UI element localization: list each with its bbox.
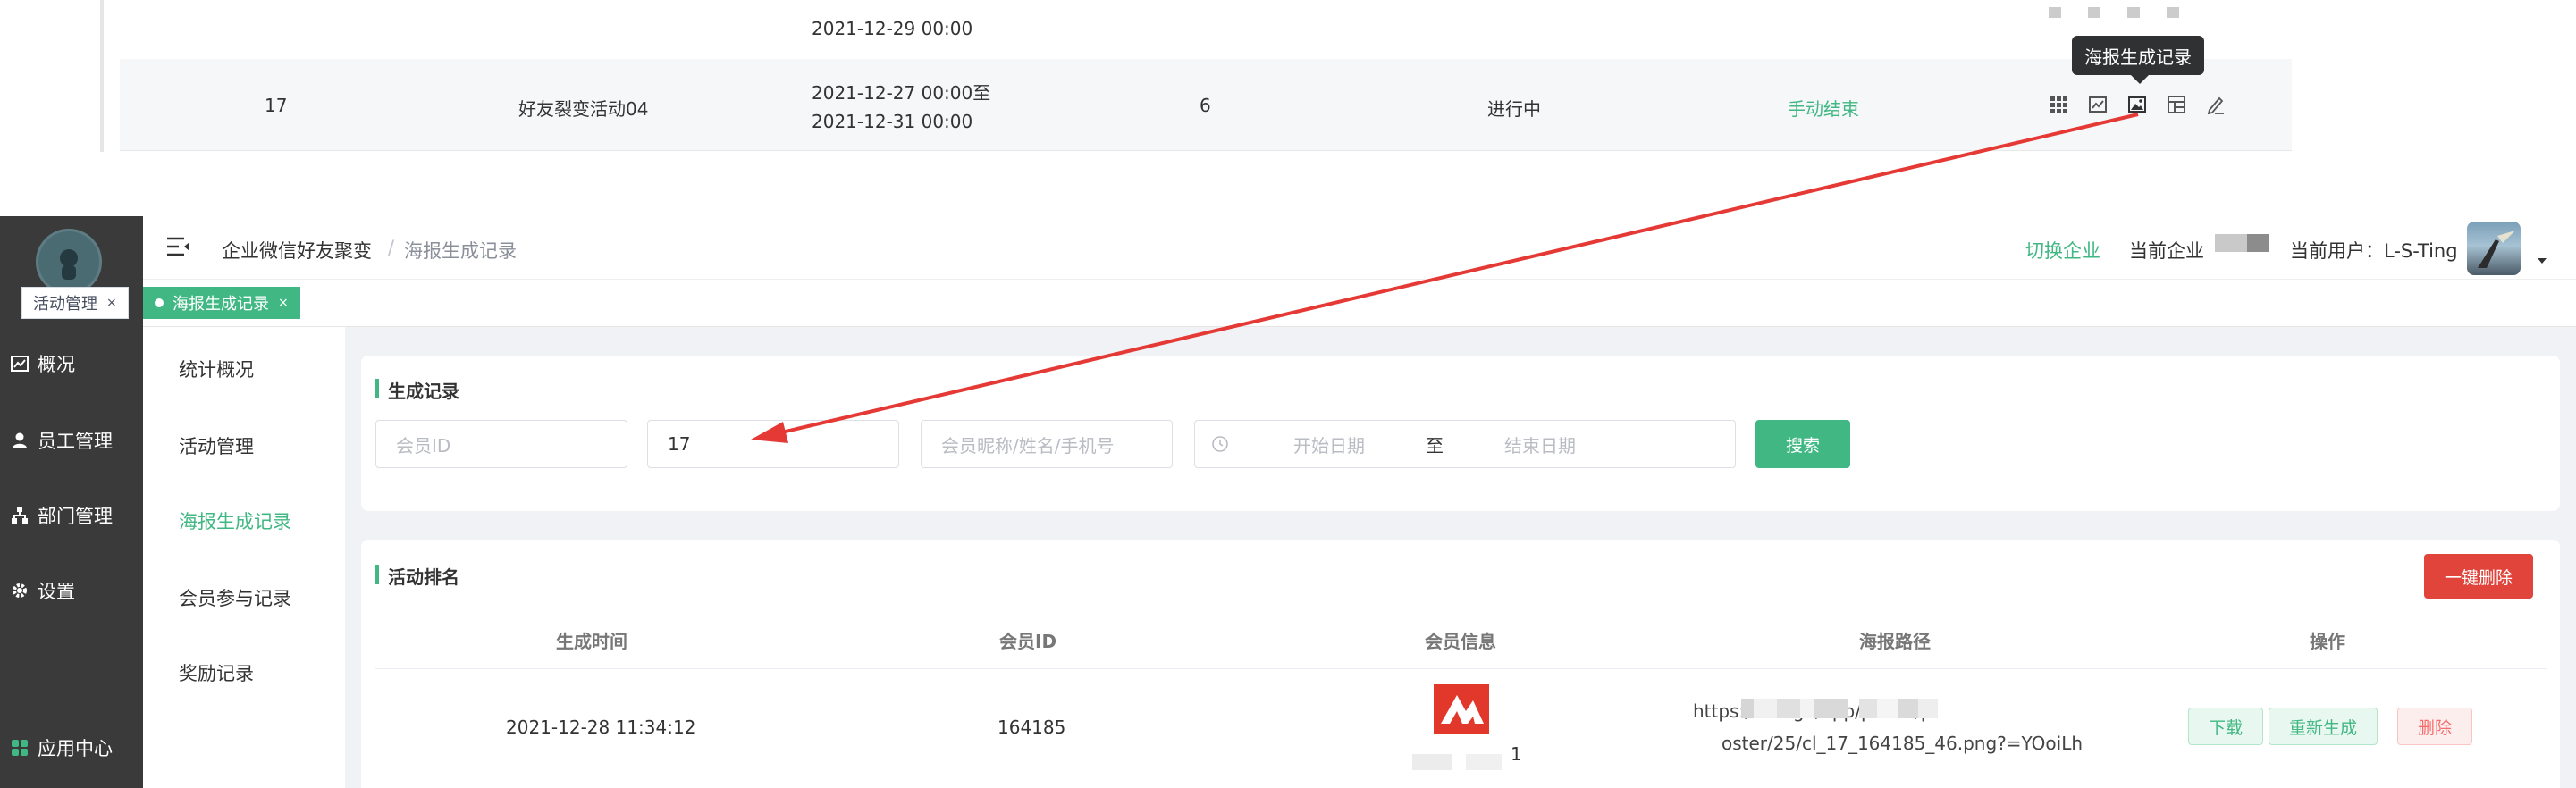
clock-icon (1212, 436, 1228, 452)
sidebar-item-label: 员工管理 (38, 431, 113, 452)
breadcrumb-root[interactable]: 企业微信好友聚变 (222, 237, 372, 264)
ranking-card-title: 活动排名 (375, 563, 459, 589)
sidebar-item-label: 部门管理 (38, 506, 113, 527)
filter-card-title: 生成记录 (375, 377, 459, 403)
tab-activity-management[interactable]: 活动管理 × (21, 287, 129, 319)
delete-all-button[interactable]: 一键删除 (2424, 554, 2533, 599)
column-header-member-info: 会员信息 (1425, 631, 1496, 652)
snippet-left-border (100, 0, 104, 152)
submenu-item-member-records[interactable]: 会员参与记录 (179, 584, 291, 611)
submenu-item-activities[interactable]: 活动管理 (179, 432, 254, 459)
column-header-member-id: 会员ID (999, 631, 1057, 652)
gear-icon (13, 583, 27, 598)
breadcrumb-separator: / (388, 237, 395, 258)
tab-label: 海报生成记录 (173, 295, 269, 314)
sidebar-item-label: 设置 (38, 581, 75, 602)
chart-icon[interactable] (2088, 95, 2108, 114)
blurred-name (1412, 754, 1452, 770)
company-logo (2215, 234, 2269, 252)
activity-submenu (143, 327, 346, 788)
close-icon[interactable]: × (278, 296, 289, 310)
prev-row-time: 2021-12-29 00:00 (812, 18, 973, 39)
image-icon[interactable] (2127, 95, 2147, 114)
member-name-suffix: 1 (1511, 743, 1522, 765)
row-generated-time: 2021-12-28 11:34:12 (506, 717, 696, 738)
tags-view-bar (143, 280, 2576, 327)
column-header-poster-path: 海报路径 (1859, 631, 1931, 652)
row-count: 6 (1200, 95, 1211, 116)
member-id-input[interactable]: 会员ID (375, 420, 627, 468)
row-status: 进行中 (1487, 98, 1541, 120)
row-id: 17 (265, 95, 288, 116)
edit-icon[interactable] (2206, 95, 2226, 114)
activity-id-input[interactable]: 17 (647, 420, 899, 468)
prev-row-icons (2049, 7, 2227, 18)
end-activity-link[interactable]: 手动结束 (1788, 95, 1859, 121)
submenu-item-rewards[interactable]: 奖励记录 (179, 659, 254, 686)
poster-path-line2: oster/25/cl_17_164185_46.png?=YOoiLh (1722, 733, 2084, 754)
delete-row-button[interactable]: 删除 (2397, 708, 2472, 745)
table-header-divider (375, 668, 2547, 669)
member-search-input[interactable]: 会员昵称/姓名/手机号 (921, 420, 1173, 468)
submenu-item-stats[interactable]: 统计概况 (179, 356, 254, 382)
sidebar-item-label: 应用中心 (38, 738, 113, 759)
sidebar-item-overview[interactable]: 概况 (11, 350, 75, 377)
sidebar-item-department[interactable]: 部门管理 (11, 502, 113, 529)
user-icon (13, 432, 27, 448)
caret-down-icon[interactable] (2537, 257, 2547, 264)
org-icon (12, 507, 28, 524)
submenu-item-poster-records[interactable]: 海报生成记录 (179, 507, 291, 534)
apps-icon (12, 740, 28, 756)
tooltip-arrow (2131, 75, 2149, 84)
start-date-placeholder: 开始日期 (1293, 434, 1365, 457)
breadcrumb-current: 海报生成记录 (404, 240, 517, 262)
app-logo[interactable] (36, 229, 102, 295)
current-user-label: 当前用户：L-S-Ting (2290, 240, 2458, 262)
avatar[interactable] (2467, 222, 2521, 275)
sidebar-item-settings[interactable]: 设置 (11, 577, 75, 604)
date-range-separator: 至 (1426, 434, 1444, 457)
close-icon[interactable]: × (106, 296, 117, 310)
tooltip: 海报生成记录 (2072, 36, 2204, 75)
layout-icon[interactable] (2167, 95, 2186, 114)
row-member-id: 164185 (998, 717, 1066, 738)
regenerate-button[interactable]: 重新生成 (2269, 708, 2378, 745)
row-time-start: 2021-12-27 00:00至 (812, 82, 991, 104)
sidebar-item-staff[interactable]: 员工管理 (11, 427, 113, 454)
switch-company-link[interactable]: 切换企业 (2025, 237, 2100, 264)
row-time-end: 2021-12-31 00:00 (812, 111, 973, 132)
end-date-placeholder: 结束日期 (1504, 434, 1576, 457)
grid-icon[interactable] (2049, 95, 2068, 114)
blurred-domain (1859, 699, 1938, 718)
tab-poster-records[interactable]: 海报生成记录 × (143, 287, 300, 319)
download-button[interactable]: 下载 (2188, 708, 2263, 745)
active-dot-icon (155, 298, 164, 307)
blurred-domain (1741, 699, 1848, 718)
sidebar-item-app-center[interactable]: 应用中心 (11, 734, 113, 761)
column-header-time: 生成时间 (556, 631, 627, 652)
search-button[interactable]: 搜索 (1755, 420, 1850, 468)
date-range-picker[interactable]: 开始日期 至 结束日期 (1194, 420, 1736, 468)
blurred-name (1466, 754, 1502, 770)
column-header-actions: 操作 (2310, 631, 2345, 652)
sidebar-item-label: 概况 (38, 354, 75, 375)
tab-label: 活动管理 (33, 295, 97, 314)
member-avatar (1434, 684, 1489, 734)
ranking-card (361, 540, 2560, 788)
current-company-label: 当前企业 (2129, 240, 2204, 262)
menu-fold-icon[interactable] (166, 236, 191, 257)
chart-icon (11, 356, 29, 372)
row-name: 好友裂变活动04 (518, 98, 649, 120)
